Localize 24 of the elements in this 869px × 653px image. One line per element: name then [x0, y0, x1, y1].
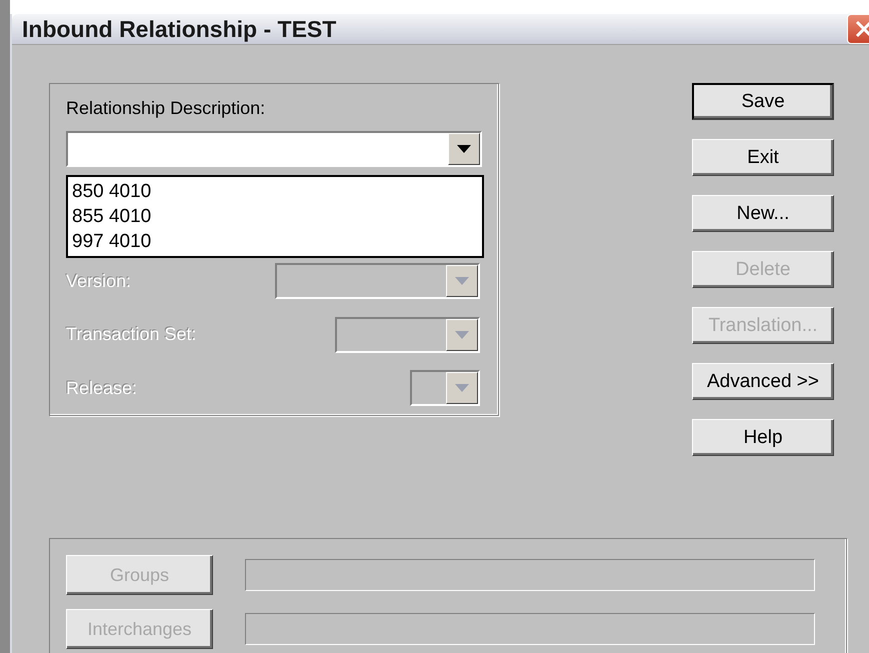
dropdown-option[interactable]: 855 4010: [72, 204, 478, 229]
dialog-button[interactable]: Advanced >>: [692, 363, 834, 400]
dialog-button[interactable]: Help: [692, 419, 834, 456]
close-icon: [855, 20, 869, 38]
window-title: Inbound Relationship - TEST: [22, 16, 336, 42]
dropdown-option[interactable]: 997 4010: [72, 229, 478, 254]
dropdown-arrow-icon: [457, 144, 471, 153]
text-field[interactable]: [245, 613, 815, 645]
field-label: Version:: [66, 270, 132, 292]
dropdown-field[interactable]: [335, 316, 480, 353]
text-field[interactable]: [245, 559, 815, 591]
field-label: Release:: [66, 378, 138, 399]
dropdown-arrow-icon: [455, 277, 469, 286]
dialog-button[interactable]: Save: [692, 83, 834, 120]
dialog-button[interactable]: New...: [692, 195, 834, 232]
description-combo[interactable]: [66, 131, 482, 167]
dialog-button[interactable]: Exit: [692, 139, 834, 176]
dropdown-field[interactable]: [410, 370, 480, 406]
field-label: Relationship Description:: [66, 98, 266, 119]
dropdown-arrow-icon: [455, 330, 469, 339]
dropdown-field[interactable]: [275, 263, 480, 300]
dropdown-option[interactable]: 850 4010: [72, 179, 478, 204]
field-label: Transaction Set:: [66, 324, 196, 346]
dropdown-arrow-icon: [455, 384, 469, 392]
